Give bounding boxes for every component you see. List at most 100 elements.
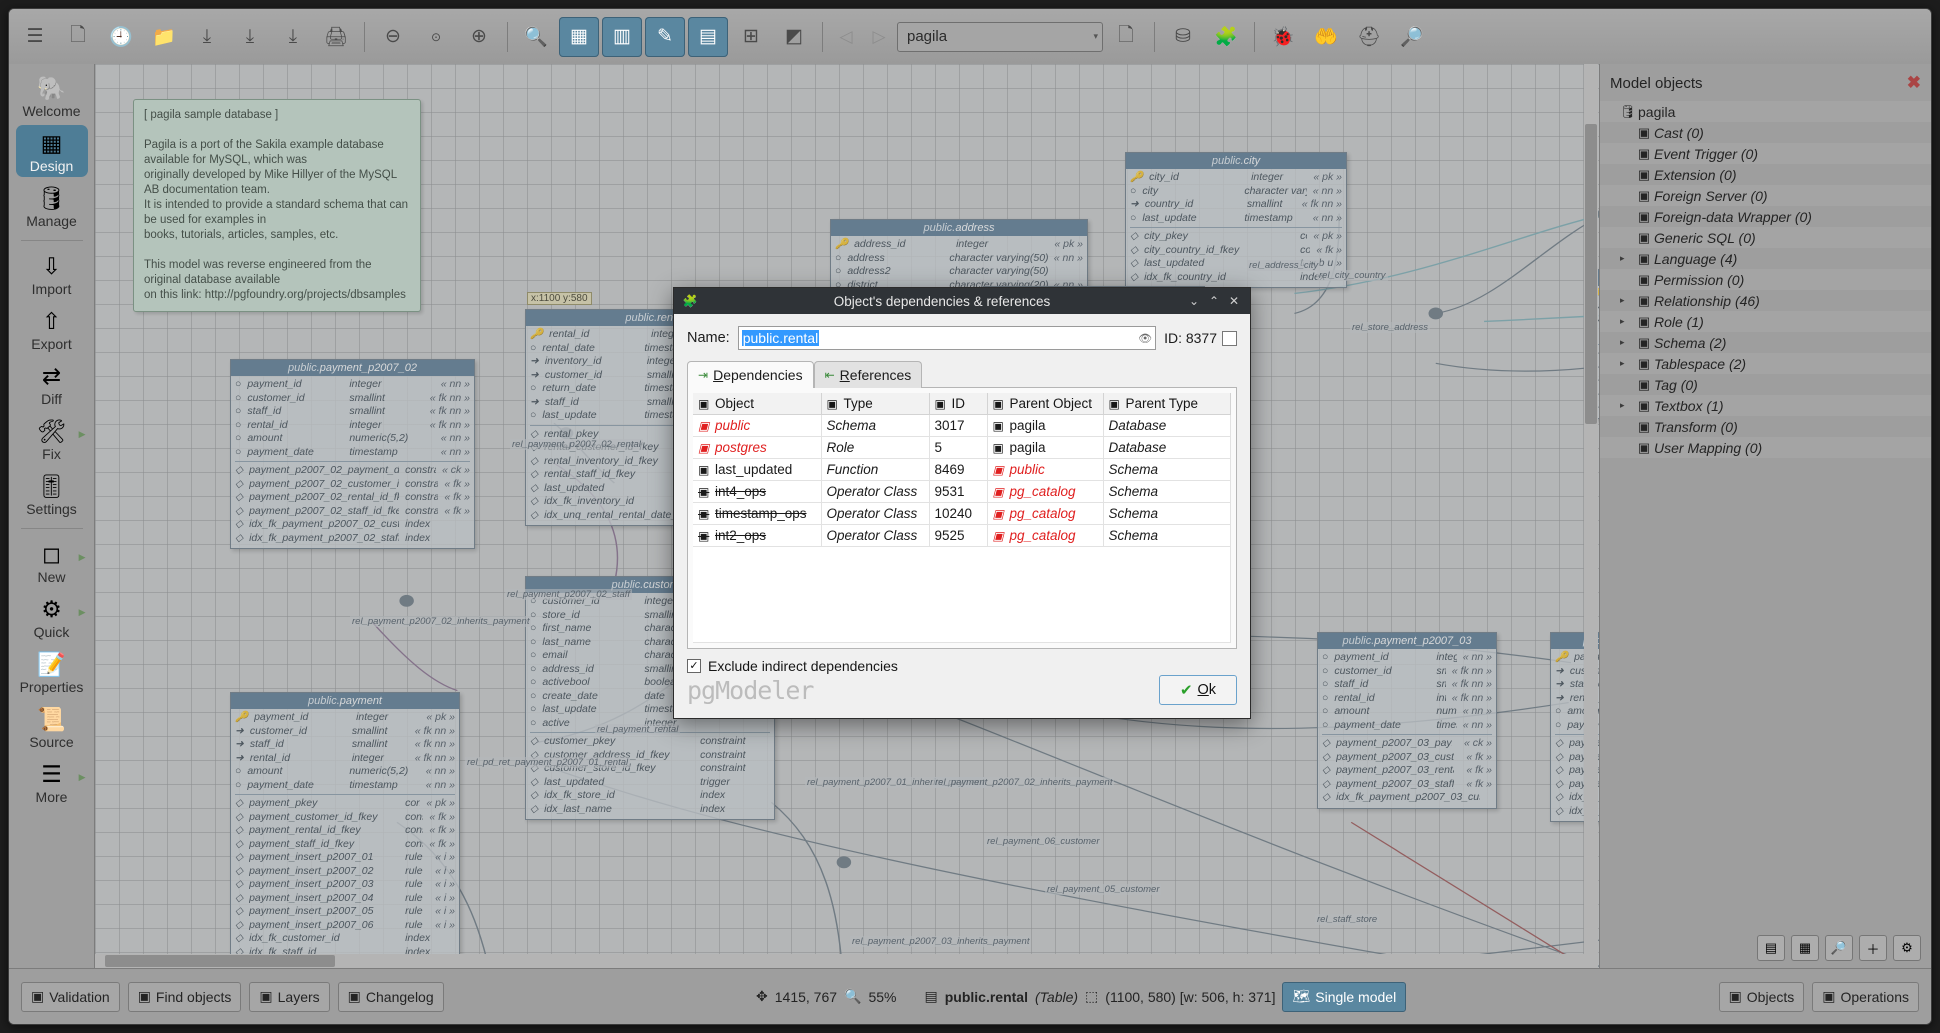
cell-object: ▣ int4_ops <box>693 480 822 503</box>
maximize-button[interactable]: ⌃ <box>1204 294 1224 308</box>
cell-type: Role <box>821 436 930 459</box>
cell-parent-type: Database <box>1103 436 1231 459</box>
opclass-icon: ▣ <box>698 529 710 543</box>
dialog-title: Object's dependencies & references <box>833 293 1051 309</box>
cell-object-text: last_updated <box>715 462 793 477</box>
type-icon: ▣ <box>826 397 838 411</box>
cell-type: Operator Class <box>821 502 930 525</box>
column-header-type[interactable]: ▣ Type <box>821 393 930 415</box>
cell-type: Operator Class <box>821 480 930 503</box>
column-header-parent-type[interactable]: ▣ Parent Type <box>1103 393 1231 415</box>
dependencies-icon: ⇥ <box>698 368 709 382</box>
cell-object-text: postgres <box>715 440 767 455</box>
dialog-tabs: ⇥ Dependencies ⇤ References <box>687 361 1237 388</box>
database-icon: ▣ <box>992 419 1004 433</box>
cell-parent-object: ▣ pg_catalog <box>987 524 1104 547</box>
cell-parent-object: ▣ pagila <box>987 414 1104 437</box>
object-id-label: ID: 8377 <box>1164 330 1217 346</box>
cell-parent-object-text: pagila <box>1009 418 1046 433</box>
minimize-button[interactable]: ⌄ <box>1184 294 1204 308</box>
cell-parent-object: ▣ pg_catalog <box>987 480 1104 503</box>
cell-type: Function <box>821 458 930 481</box>
ok-button[interactable]: ✔ Ok <box>1159 675 1237 705</box>
table-header-row: ▣ Object ▣ Type ▣ ID ▣ Parent Object ▣ Parent Typ… <box>693 393 1231 415</box>
column-header-label: ID <box>951 396 966 411</box>
object-id: ID: 8377 <box>1164 330 1237 346</box>
cell-id: 3017 <box>929 414 988 437</box>
cell-parent-type: Schema <box>1103 480 1231 503</box>
color-swatch <box>1222 330 1237 346</box>
object-dependencies-dialog: 🧩 Object's dependencies & references ⌄ ⌃… <box>673 287 1251 719</box>
cell-parent-object-text: pg_catalog <box>1009 506 1076 521</box>
column-header-label: Parent Type <box>1125 396 1199 411</box>
column-header-label: Type <box>843 396 873 411</box>
table-row[interactable]: ▣ public Schema 3017 ▣ pagila Database <box>693 414 1231 437</box>
dependencies-table[interactable]: ▣ Object ▣ Type ▣ ID ▣ Parent Object ▣ Parent Typ… <box>693 393 1231 547</box>
column-header-label: Object <box>715 396 755 411</box>
name-input-value: public.rental <box>741 330 820 346</box>
cell-object: ▣ last_updated <box>693 458 822 481</box>
cell-object: ▣ timestamp_ops <box>693 502 822 525</box>
schema-icon: ▣ <box>992 485 1004 499</box>
name-input[interactable]: public.rental 👁 <box>737 326 1157 350</box>
cell-parent-object: ▣ pg_catalog <box>987 502 1104 525</box>
opclass-icon: ▣ <box>698 485 710 499</box>
cell-parent-type: Schema <box>1103 458 1231 481</box>
cell-id: 10240 <box>929 502 988 525</box>
cell-object: ▣ postgres <box>693 436 822 459</box>
parent-object-icon: ▣ <box>992 397 1004 411</box>
dependencies-panel: ▣ Object ▣ Type ▣ ID ▣ Parent Object ▣ Parent Typ… <box>687 387 1237 649</box>
parent-type-icon: ▣ <box>1108 397 1120 411</box>
cell-parent-object-text: pagila <box>1009 440 1046 455</box>
tab-dependencies[interactable]: ⇥ Dependencies <box>687 361 814 388</box>
tab-references[interactable]: ⇤ References <box>813 361 923 388</box>
cell-object-text: int4_ops <box>715 484 767 499</box>
schema-icon: ▣ <box>992 529 1004 543</box>
schema-icon: ▣ <box>992 463 1004 477</box>
table-row[interactable]: ▣ timestamp_ops Operator Class 10240 ▣ pg_cat… <box>693 502 1231 525</box>
table-row[interactable]: ▣ last_updated Function 8469 ▣ public Schema <box>693 458 1231 481</box>
cell-object-text: int2_ops <box>715 528 767 543</box>
name-row: Name: public.rental 👁 ID: 8377 <box>687 326 1237 350</box>
check-icon: ✔ <box>1179 682 1193 699</box>
cell-id: 9531 <box>929 480 988 503</box>
cell-object-text: timestamp_ops <box>715 506 807 521</box>
schema-icon: ▣ <box>992 507 1004 521</box>
table-row[interactable]: ▣ int2_ops Operator Class 9525 ▣ pg_catalog Sc… <box>693 524 1231 547</box>
name-label: Name: <box>687 330 730 346</box>
dialog-titlebar[interactable]: 🧩 Object's dependencies & references ⌄ ⌃… <box>674 288 1250 314</box>
column-header-id[interactable]: ▣ ID <box>929 393 988 415</box>
dialog-body: Name: public.rental 👁 ID: 8377 ⇥ Depende… <box>674 314 1250 674</box>
dialog-footer: pgModeler ✔ Ok <box>674 662 1250 718</box>
cell-parent-object-text: pg_catalog <box>1009 484 1076 499</box>
database-icon: ▣ <box>992 441 1004 455</box>
table-row[interactable]: ▣ int4_ops Operator Class 9531 ▣ pg_catalog Sc… <box>693 480 1231 503</box>
eye-icon[interactable]: 👁 <box>1138 332 1152 345</box>
column-header-object[interactable]: ▣ Object <box>693 393 822 415</box>
close-button[interactable]: ✕ <box>1224 294 1244 308</box>
cell-parent-object-text: public <box>1009 462 1045 477</box>
cell-object: ▣ int2_ops <box>693 524 822 547</box>
cell-parent-object: ▣ public <box>987 458 1104 481</box>
cell-parent-type: Database <box>1103 414 1231 437</box>
cell-type: Schema <box>821 414 930 437</box>
ok-button-label: Ok <box>1197 682 1217 698</box>
function-icon: ▣ <box>698 463 710 477</box>
references-icon: ⇤ <box>824 368 835 382</box>
modal-overlay: 🧩 Object's dependencies & references ⌄ ⌃… <box>9 9 1931 1024</box>
cell-type: Operator Class <box>821 524 930 547</box>
column-header-label: Parent Object <box>1009 396 1093 411</box>
tab-dependencies-label: Dependencies <box>713 367 803 383</box>
cell-object-text: public <box>715 418 751 433</box>
cell-parent-type: Schema <box>1103 502 1231 525</box>
column-header-parent-object[interactable]: ▣ Parent Object <box>987 393 1104 415</box>
pgmodeler-window: ☰ 🗋 🕘 📁 ⤓ ⤓ ⤓ 🖨 ⊖ ⊙ ⊕ 🔍 ▦ ▥ ✎ ▤ ⊞ ◩ ◁ ▷ … <box>8 8 1932 1025</box>
app-icon: 🧩 <box>682 294 698 308</box>
cell-id: 9525 <box>929 524 988 547</box>
cell-parent-object: ▣ pagila <box>987 436 1104 459</box>
cell-parent-object-text: pg_catalog <box>1009 528 1076 543</box>
table-row[interactable]: ▣ postgres Role 5 ▣ pagila Database <box>693 436 1231 459</box>
cell-id: 8469 <box>929 458 988 481</box>
id-icon: ▣ <box>934 397 946 411</box>
opclass-icon: ▣ <box>698 507 710 521</box>
